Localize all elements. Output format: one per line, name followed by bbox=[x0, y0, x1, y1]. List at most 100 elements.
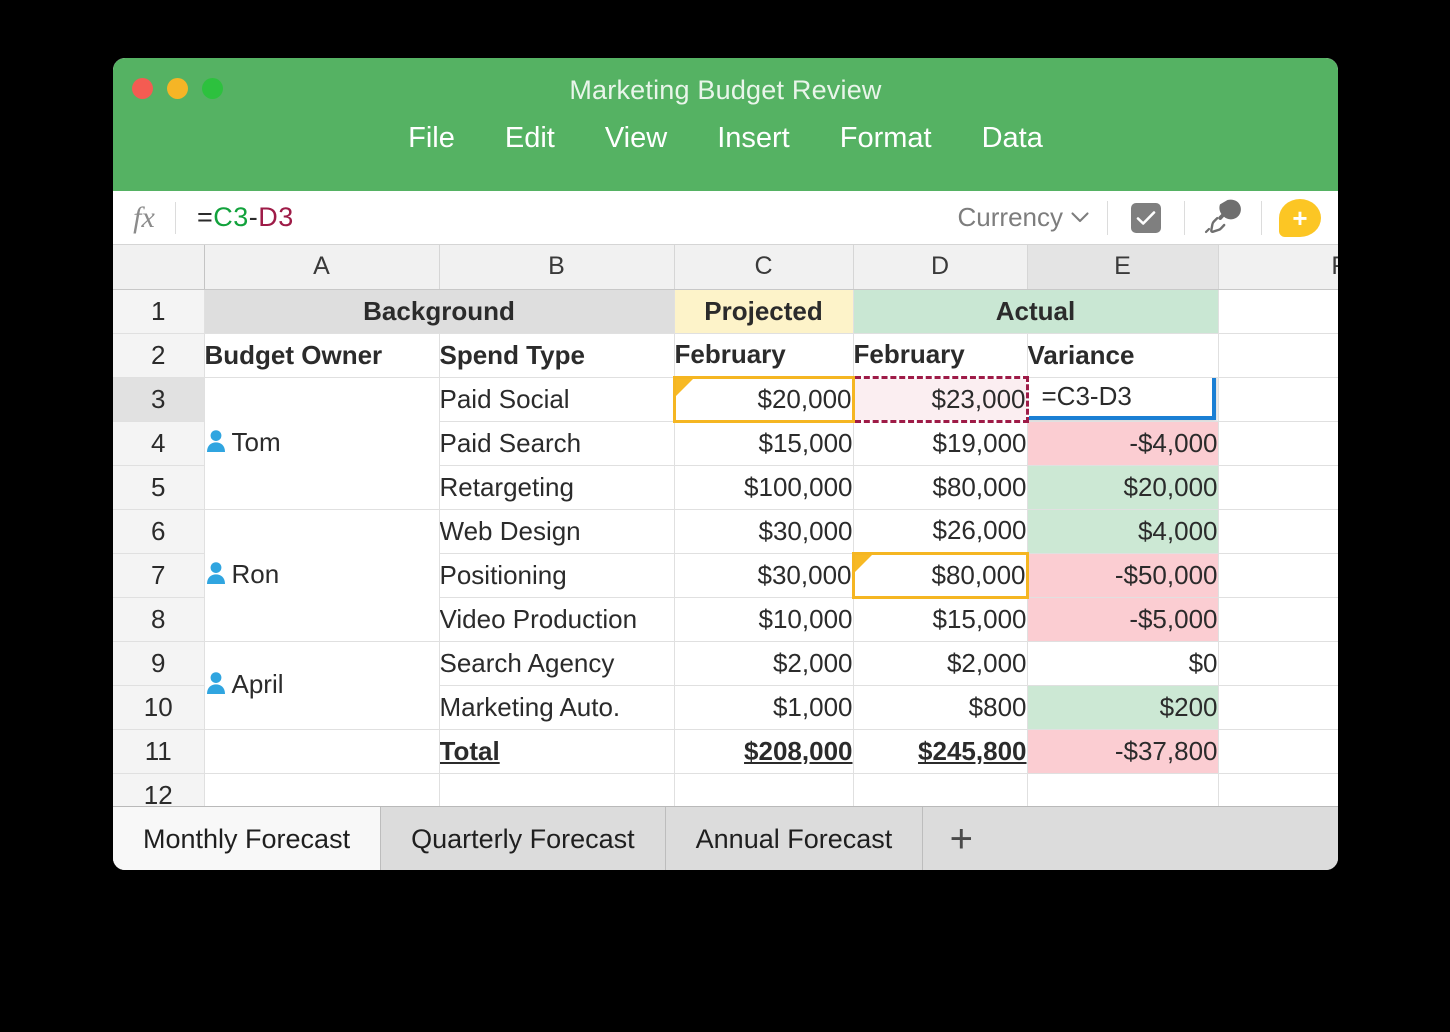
cell-e9-variance[interactable]: $0 bbox=[1027, 641, 1218, 685]
cell-f8[interactable] bbox=[1218, 597, 1338, 641]
cell-e11-total-variance[interactable]: -$37,800 bbox=[1027, 729, 1218, 773]
menu-item-data[interactable]: Data bbox=[978, 120, 1047, 157]
cell-c7-projected[interactable]: $30,000 bbox=[674, 553, 853, 597]
cell-b2-spend-type[interactable]: Spend Type bbox=[439, 333, 674, 377]
add-comment-button[interactable]: + bbox=[1262, 199, 1338, 237]
cell-b3-spend-type[interactable]: Paid Social bbox=[439, 377, 674, 421]
cell-b7-spend-type[interactable]: Positioning bbox=[439, 553, 674, 597]
row-header-6[interactable]: 6 bbox=[113, 509, 204, 553]
checkbox-tool-button[interactable] bbox=[1108, 203, 1184, 233]
cell-c2-projected-february[interactable]: February bbox=[674, 333, 853, 377]
menu-item-insert[interactable]: Insert bbox=[713, 120, 794, 157]
cell-e4-variance[interactable]: -$4,000 bbox=[1027, 421, 1218, 465]
row-header-2[interactable]: 2 bbox=[113, 333, 204, 377]
column-header-a[interactable]: A bbox=[204, 245, 439, 289]
cell-e8-variance[interactable]: -$5,000 bbox=[1027, 597, 1218, 641]
cell-c5-projected[interactable]: $100,000 bbox=[674, 465, 853, 509]
spreadsheet-grid[interactable]: A B C D E F 1 Background Projected Actua… bbox=[113, 245, 1338, 806]
cell-a1-background-band[interactable]: Background bbox=[204, 289, 674, 333]
cell-c12[interactable] bbox=[674, 773, 853, 806]
cell-f3[interactable] bbox=[1218, 377, 1338, 421]
sheet-tab-annual-forecast[interactable]: Annual Forecast bbox=[666, 807, 924, 870]
cell-a3-owner-tom[interactable]: Tom bbox=[204, 377, 439, 509]
paint-format-button[interactable] bbox=[1185, 196, 1261, 239]
cell-f5[interactable] bbox=[1218, 465, 1338, 509]
cell-d6-actual[interactable]: $26,000 bbox=[853, 509, 1027, 553]
menu-item-format[interactable]: Format bbox=[836, 120, 936, 157]
formula-input[interactable]: =C3-D3 bbox=[176, 202, 294, 233]
cell-b12[interactable] bbox=[439, 773, 674, 806]
cell-e12[interactable] bbox=[1027, 773, 1218, 806]
cell-e6-variance[interactable]: $4,000 bbox=[1027, 509, 1218, 553]
cell-d7-actual[interactable]: $80,000 bbox=[853, 553, 1027, 597]
cell-f11[interactable] bbox=[1218, 729, 1338, 773]
cell-c1-projected-band[interactable]: Projected bbox=[674, 289, 853, 333]
row-header-1[interactable]: 1 bbox=[113, 289, 204, 333]
cell-c4-projected[interactable]: $15,000 bbox=[674, 421, 853, 465]
column-header-e[interactable]: E bbox=[1027, 245, 1218, 289]
cell-f6[interactable] bbox=[1218, 509, 1338, 553]
cell-b11-total-label[interactable]: Total bbox=[439, 729, 674, 773]
cell-b4-spend-type[interactable]: Paid Search bbox=[439, 421, 674, 465]
cell-f1[interactable] bbox=[1218, 289, 1338, 333]
cell-c11-total-projected[interactable]: $208,000 bbox=[674, 729, 853, 773]
column-header-d[interactable]: D bbox=[853, 245, 1027, 289]
cell-a11[interactable] bbox=[204, 729, 439, 773]
row-header-8[interactable]: 8 bbox=[113, 597, 204, 641]
cell-f10[interactable] bbox=[1218, 685, 1338, 729]
cell-d3-actual[interactable]: $23,000 bbox=[853, 377, 1027, 421]
cell-c9-projected[interactable]: $2,000 bbox=[674, 641, 853, 685]
cell-d11-total-actual[interactable]: $245,800 bbox=[853, 729, 1027, 773]
cell-f4[interactable] bbox=[1218, 421, 1338, 465]
add-sheet-button[interactable]: + bbox=[923, 807, 999, 870]
cell-c6-projected[interactable]: $30,000 bbox=[674, 509, 853, 553]
menu-item-view[interactable]: View bbox=[601, 120, 671, 157]
cell-f9[interactable] bbox=[1218, 641, 1338, 685]
active-cell-outline[interactable]: =C3-D3 bbox=[1027, 377, 1216, 420]
cell-e5-variance[interactable]: $20,000 bbox=[1027, 465, 1218, 509]
cell-b6-spend-type[interactable]: Web Design bbox=[439, 509, 674, 553]
cell-d2-actual-february[interactable]: February bbox=[853, 333, 1027, 377]
cell-a2-budget-owner[interactable]: Budget Owner bbox=[204, 333, 439, 377]
select-all-corner[interactable] bbox=[113, 245, 204, 289]
column-header-b[interactable]: B bbox=[439, 245, 674, 289]
row-header-9[interactable]: 9 bbox=[113, 641, 204, 685]
cell-e7-variance[interactable]: -$50,000 bbox=[1027, 553, 1218, 597]
row-header-7[interactable]: 7 bbox=[113, 553, 204, 597]
cell-b8-spend-type[interactable]: Video Production bbox=[439, 597, 674, 641]
cell-d1-actual-band[interactable]: Actual bbox=[853, 289, 1218, 333]
number-format-dropdown[interactable]: Currency bbox=[958, 202, 1107, 233]
column-header-f[interactable]: F bbox=[1218, 245, 1338, 289]
cell-d10-actual[interactable]: $800 bbox=[853, 685, 1027, 729]
row-header-12[interactable]: 12 bbox=[113, 773, 204, 806]
cell-e10-variance[interactable]: $200 bbox=[1027, 685, 1218, 729]
cell-a12[interactable] bbox=[204, 773, 439, 806]
cell-f2[interactable] bbox=[1218, 333, 1338, 377]
cell-c8-projected[interactable]: $10,000 bbox=[674, 597, 853, 641]
cell-b9-spend-type[interactable]: Search Agency bbox=[439, 641, 674, 685]
row-header-4[interactable]: 4 bbox=[113, 421, 204, 465]
sheet-tab-monthly-forecast[interactable]: Monthly Forecast bbox=[113, 807, 381, 870]
cell-e2-variance[interactable]: Variance bbox=[1027, 333, 1218, 377]
cell-a9-owner-april[interactable]: April bbox=[204, 641, 439, 729]
cell-d8-actual[interactable]: $15,000 bbox=[853, 597, 1027, 641]
sheet-tab-quarterly-forecast[interactable]: Quarterly Forecast bbox=[381, 807, 666, 870]
menu-item-file[interactable]: File bbox=[404, 120, 459, 157]
row-header-3[interactable]: 3 bbox=[113, 377, 204, 421]
cell-a6-owner-ron[interactable]: Ron bbox=[204, 509, 439, 641]
cell-d12[interactable] bbox=[853, 773, 1027, 806]
cell-d4-actual[interactable]: $19,000 bbox=[853, 421, 1027, 465]
cell-f12[interactable] bbox=[1218, 773, 1338, 806]
cell-d5-actual[interactable]: $80,000 bbox=[853, 465, 1027, 509]
cell-f7[interactable] bbox=[1218, 553, 1338, 597]
cell-e3-variance-active[interactable]: =C3-D3 bbox=[1027, 377, 1218, 421]
cell-c3-projected[interactable]: $20,000 bbox=[674, 377, 853, 421]
menu-item-edit[interactable]: Edit bbox=[501, 120, 559, 157]
row-header-11[interactable]: 11 bbox=[113, 729, 204, 773]
row-header-10[interactable]: 10 bbox=[113, 685, 204, 729]
cell-b5-spend-type[interactable]: Retargeting bbox=[439, 465, 674, 509]
cell-d9-actual[interactable]: $2,000 bbox=[853, 641, 1027, 685]
cell-b10-spend-type[interactable]: Marketing Auto. bbox=[439, 685, 674, 729]
cell-c10-projected[interactable]: $1,000 bbox=[674, 685, 853, 729]
row-header-5[interactable]: 5 bbox=[113, 465, 204, 509]
